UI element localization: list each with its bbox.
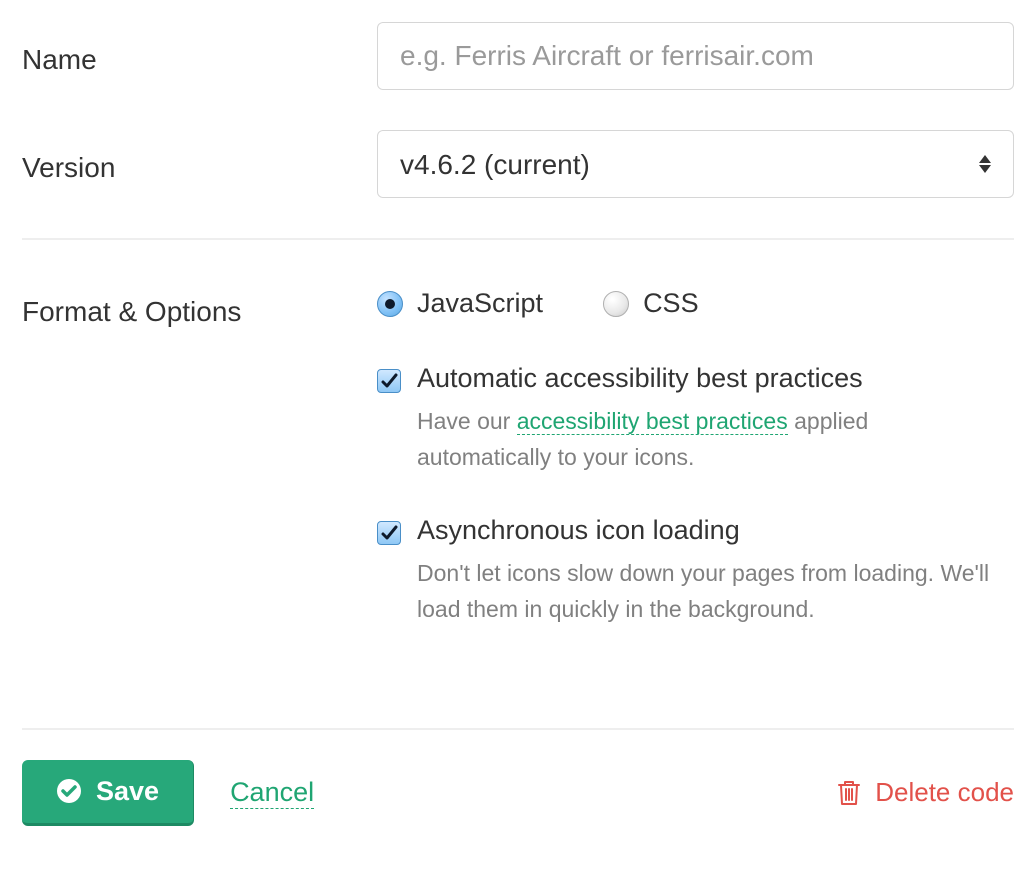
accessibility-checkbox[interactable]: [377, 369, 401, 393]
async-label: Asynchronous icon loading: [417, 515, 740, 546]
cancel-link[interactable]: Cancel: [230, 777, 314, 809]
accessibility-label: Automatic accessibility best practices: [417, 363, 863, 394]
format-options-label: Format & Options: [22, 288, 377, 328]
radio-javascript[interactable]: JavaScript: [377, 288, 543, 319]
name-label: Name: [22, 36, 377, 76]
divider: [22, 728, 1014, 730]
trash-icon: [837, 780, 861, 806]
name-input[interactable]: [377, 22, 1014, 90]
check-icon: [380, 372, 398, 390]
save-button[interactable]: Save: [22, 760, 194, 826]
async-checkbox[interactable]: [377, 521, 401, 545]
async-description: Don't let icons slow down your pages fro…: [417, 556, 997, 627]
check-circle-icon: [56, 778, 82, 804]
version-select[interactable]: v4.6.2 (current): [377, 130, 1014, 198]
accessibility-link[interactable]: accessibility best practices: [517, 408, 788, 435]
delete-code-link[interactable]: Delete code: [837, 777, 1014, 808]
radio-label-css: CSS: [643, 288, 699, 319]
radio-icon: [603, 291, 629, 317]
delete-code-label: Delete code: [875, 777, 1014, 808]
divider: [22, 238, 1014, 240]
radio-icon: [377, 291, 403, 317]
check-icon: [380, 524, 398, 542]
accessibility-description: Have our accessibility best practices ap…: [417, 404, 997, 475]
radio-css[interactable]: CSS: [603, 288, 699, 319]
save-button-label: Save: [96, 776, 159, 807]
radio-label-js: JavaScript: [417, 288, 543, 319]
version-label: Version: [22, 144, 377, 184]
